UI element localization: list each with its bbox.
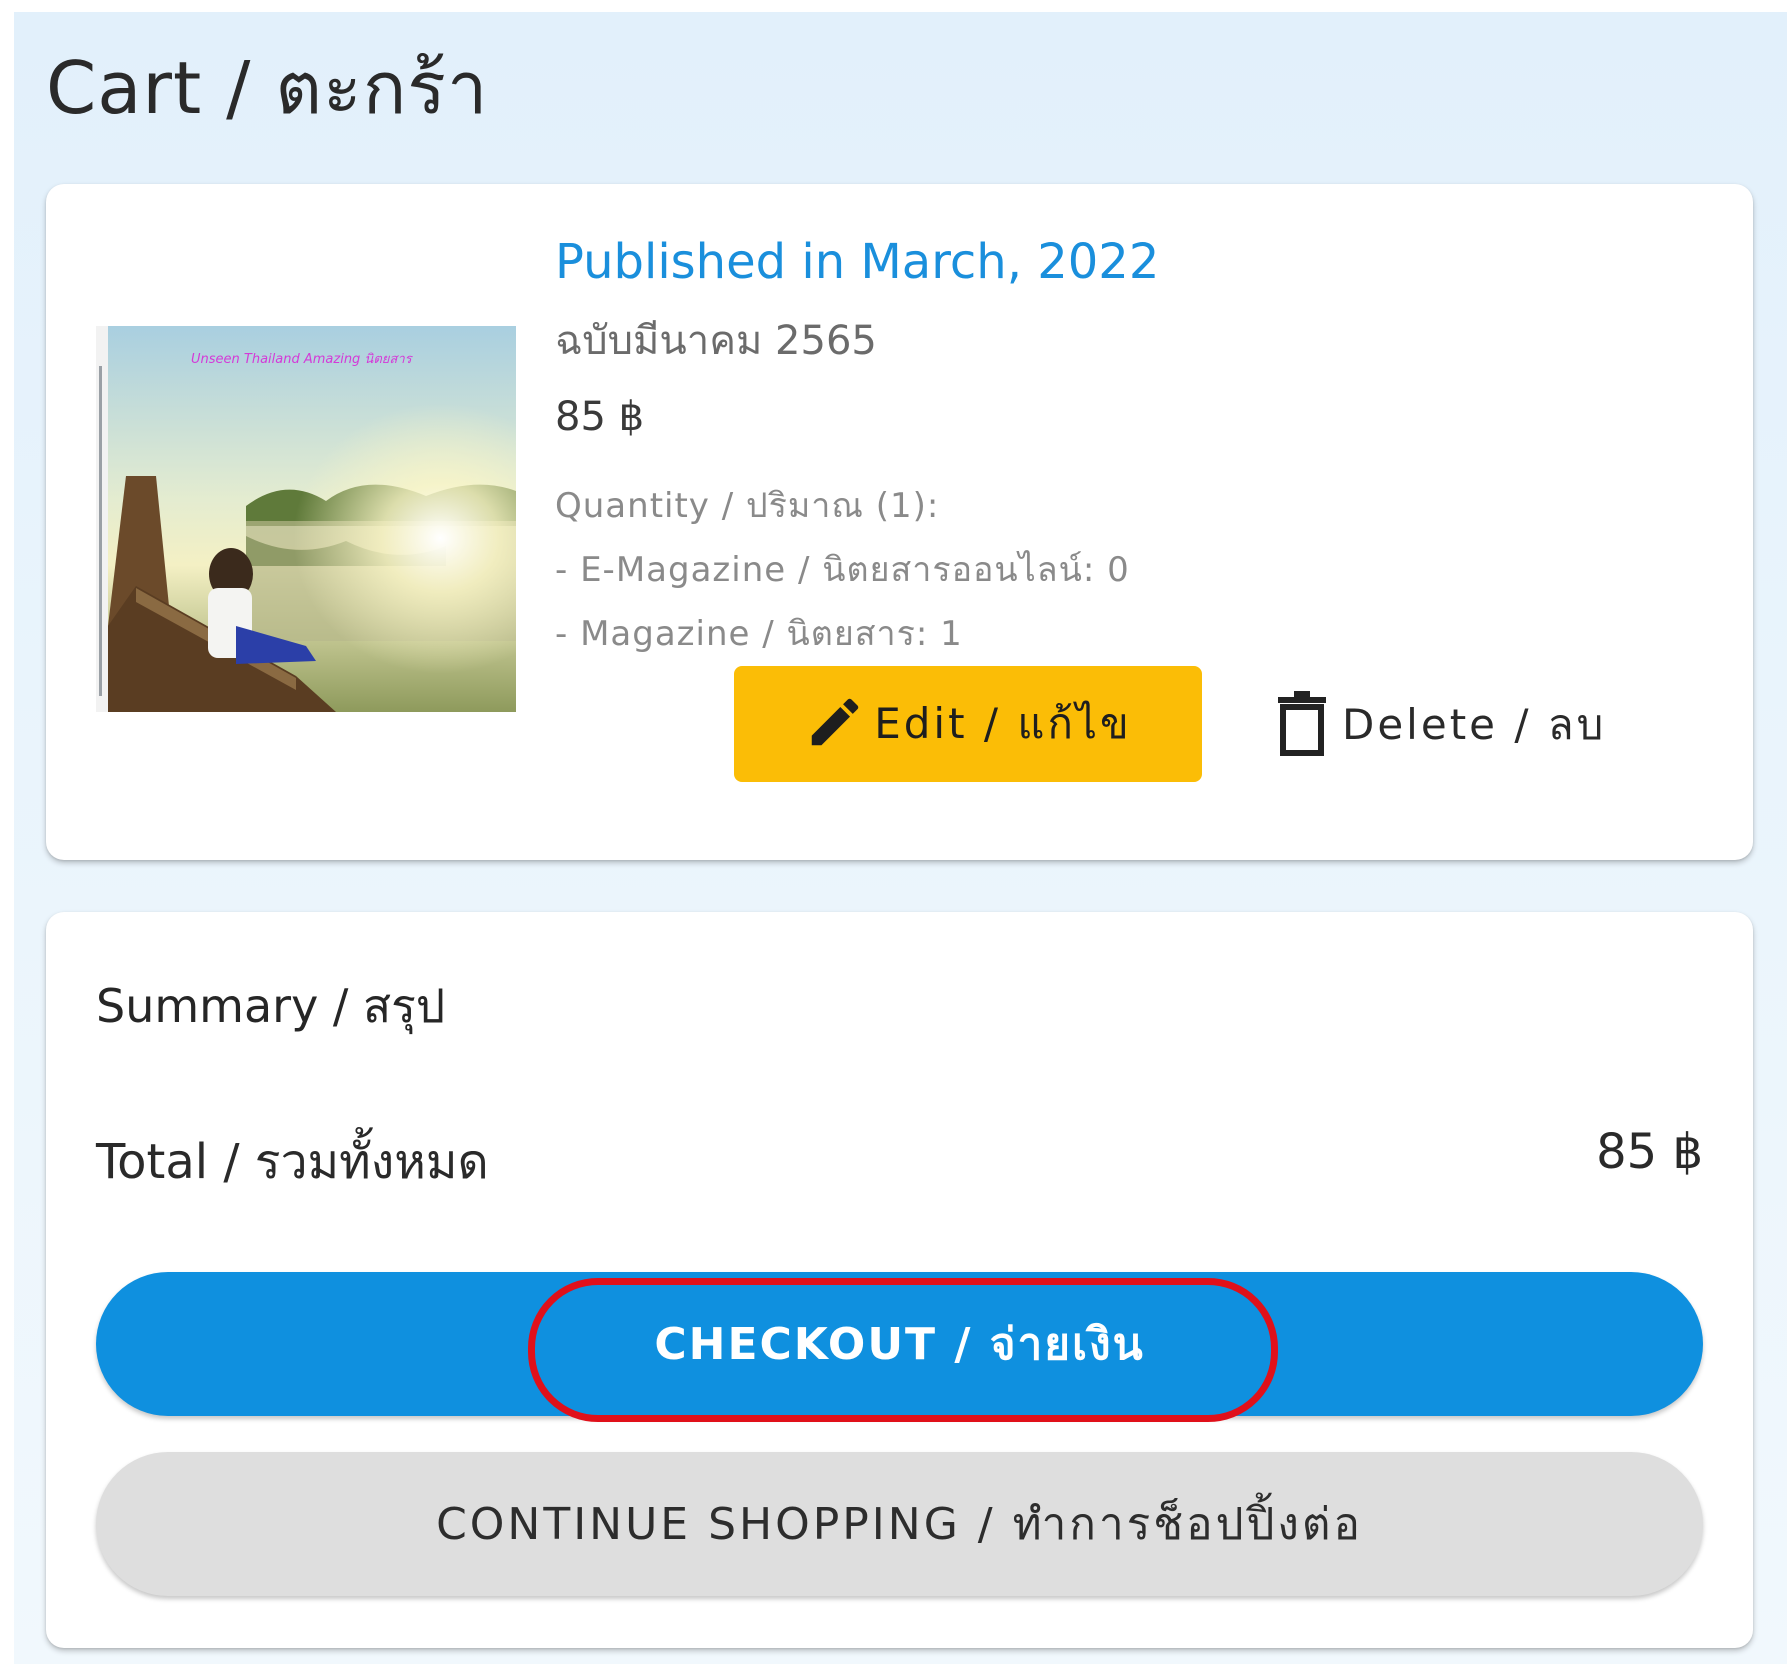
summary-card: Summary / สรุป Total / รวมทั้งหมด 85 ฿ C… (46, 912, 1753, 1648)
quantity-emagazine: - E-Magazine / นิตยสารออนไลน์: 0 (555, 550, 1130, 590)
item-price: 85 ฿ (555, 394, 645, 440)
magazine-cover-image[interactable]: Unseen Thailand Amazing นิตยสาร (96, 326, 516, 712)
item-subtitle: ฉบับมีนาคม 2565 (555, 318, 877, 364)
delete-button-label: Delete / ลบ (1342, 700, 1607, 749)
continue-shopping-button[interactable]: CONTINUE SHOPPING / ทำการช็อปปิ้งต่อ (96, 1452, 1703, 1596)
cart-item-card: Unseen Thailand Amazing นิตยสาร Publishe… (46, 184, 1753, 860)
checkout-button-label: CHECKOUT / จ่ายเงิน (654, 1319, 1145, 1370)
checkout-button[interactable]: CHECKOUT / จ่ายเงิน (96, 1272, 1703, 1416)
trash-icon (1276, 689, 1328, 761)
cover-title-text: Unseen Thailand Amazing นิตยสาร (191, 352, 412, 367)
item-title-link[interactable]: Published in March, 2022 (555, 234, 1159, 290)
total-value: 85 ฿ (1596, 1124, 1703, 1180)
delete-button[interactable]: Delete / ลบ (1276, 680, 1606, 770)
page-title: Cart / ตะกร้า (46, 46, 489, 130)
pencil-icon (804, 691, 866, 757)
edit-button[interactable]: Edit / แก้ไข (734, 666, 1202, 782)
total-label: Total / รวมทั้งหมด (96, 1134, 489, 1190)
edit-button-label: Edit / แก้ไข (874, 699, 1132, 748)
quantity-heading: Quantity / ปริมาณ (1): (555, 486, 940, 526)
cover-photo (96, 326, 516, 712)
quantity-magazine: - Magazine / นิตยสาร: 1 (555, 614, 963, 654)
continue-shopping-label: CONTINUE SHOPPING / ทำการช็อปปิ้งต่อ (436, 1499, 1363, 1550)
summary-title: Summary / สรุป (96, 979, 446, 1033)
